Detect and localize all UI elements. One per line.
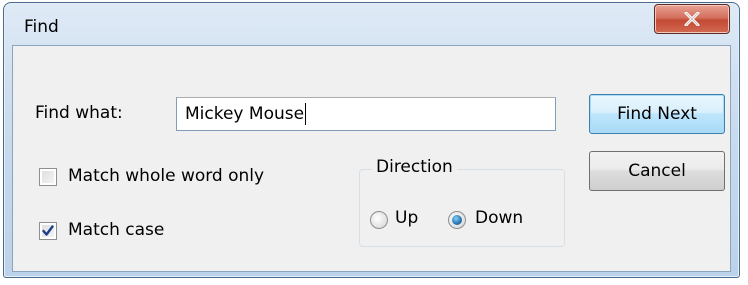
cancel-button[interactable]: Cancel bbox=[589, 151, 725, 191]
find-next-button[interactable]: Find Next bbox=[589, 94, 725, 134]
direction-up-label[interactable]: Up bbox=[395, 208, 418, 228]
direction-down-label[interactable]: Down bbox=[475, 208, 523, 228]
direction-down-radio[interactable] bbox=[448, 211, 466, 229]
find-what-input[interactable]: Mickey Mouse bbox=[176, 97, 556, 131]
direction-up-radio[interactable] bbox=[370, 211, 388, 229]
window-title: Find bbox=[24, 17, 59, 37]
title-bar[interactable]: Find bbox=[4, 3, 739, 39]
direction-title: Direction bbox=[372, 157, 457, 177]
text-caret bbox=[305, 103, 307, 125]
find-dialog-window: Find Find what: Mickey Mouse Find Next C… bbox=[3, 2, 740, 278]
match-case-label[interactable]: Match case bbox=[68, 220, 164, 240]
close-icon bbox=[684, 12, 700, 26]
dialog-client-area: Find what: Mickey Mouse Find Next Cancel… bbox=[12, 45, 731, 272]
checkmark-icon bbox=[42, 225, 54, 236]
match-whole-word-label[interactable]: Match whole word only bbox=[68, 166, 264, 186]
match-case-checkbox[interactable] bbox=[39, 222, 57, 240]
find-what-value: Mickey Mouse bbox=[185, 104, 305, 124]
close-button[interactable] bbox=[654, 4, 730, 34]
find-what-label: Find what: bbox=[35, 103, 123, 123]
direction-groupbox: Direction Up Down bbox=[359, 157, 565, 247]
radio-selected-dot bbox=[452, 215, 462, 225]
match-whole-word-checkbox[interactable] bbox=[39, 168, 57, 186]
